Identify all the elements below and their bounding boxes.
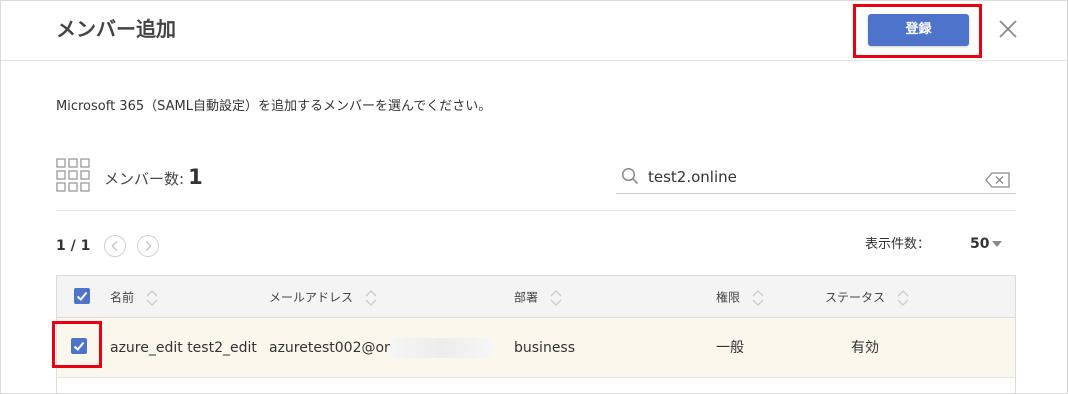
clear-icon[interactable] xyxy=(985,172,1011,188)
member-table: 名前 メールアドレス 部署 権限 ステータス azure_edit test2_… xyxy=(52,275,1016,394)
row-checkbox[interactable] xyxy=(71,338,87,354)
page-indicator: 1 / 1 xyxy=(56,238,91,254)
section-divider xyxy=(56,210,1016,211)
column-label: メールアドレス xyxy=(269,290,354,305)
add-member-dialog: メンバー追加 登録 Microsoft 365（SAML自動設定）を追加するメン… xyxy=(0,0,1068,394)
dialog-header: メンバー追加 登録 xyxy=(1,1,1067,61)
per-page-label: 表示件数： xyxy=(865,237,931,252)
close-icon[interactable] xyxy=(997,18,1019,40)
search-input[interactable] xyxy=(648,165,978,189)
row-checkbox-highlight xyxy=(52,321,102,368)
register-highlight: 登録 xyxy=(853,4,982,58)
select-all-checkbox[interactable] xyxy=(74,288,90,304)
column-label: 権限 xyxy=(716,290,741,305)
dialog-title: メンバー追加 xyxy=(56,17,176,41)
chevron-right-icon[interactable] xyxy=(137,235,159,257)
column-label: 部署 xyxy=(514,290,539,305)
per-page-select[interactable]: 50 xyxy=(966,235,1006,255)
table-header: 名前 メールアドレス 部署 権限 ステータス xyxy=(57,276,1015,318)
cell-status: 有効 xyxy=(851,340,879,356)
sort-icon[interactable] xyxy=(550,289,562,307)
member-count-label: メンバー数: xyxy=(104,170,185,188)
cell-role: 一般 xyxy=(716,340,744,356)
register-button[interactable]: 登録 xyxy=(868,14,969,46)
sort-icon[interactable] xyxy=(897,289,909,307)
column-header-name[interactable]: 名前 xyxy=(110,289,158,307)
cell-name: azure_edit test2_edit xyxy=(110,340,257,356)
column-header-email[interactable]: メールアドレス xyxy=(269,289,377,307)
chevron-left-icon[interactable] xyxy=(104,235,126,257)
table-row[interactable]: azure_edit test2_edit azuretest002@only … xyxy=(52,318,1015,378)
check-icon xyxy=(76,291,88,301)
column-label: 名前 xyxy=(110,290,135,305)
search-box xyxy=(616,163,1016,194)
caret-down-icon xyxy=(992,241,1002,247)
column-header-status[interactable]: ステータス xyxy=(825,289,909,307)
redacted-email-part xyxy=(390,338,492,358)
cell-email: azuretest002@only xyxy=(269,340,406,356)
column-header-department[interactable]: 部署 xyxy=(514,289,562,307)
column-header-role[interactable]: 権限 xyxy=(716,289,764,307)
sort-icon[interactable] xyxy=(146,289,158,307)
cell-department: business xyxy=(514,340,576,356)
sort-icon[interactable] xyxy=(752,289,764,307)
sort-icon[interactable] xyxy=(365,289,377,307)
member-count-value: 1 xyxy=(188,165,203,189)
per-page-value: 50 xyxy=(970,236,990,252)
check-icon xyxy=(73,341,85,351)
member-count: メンバー数: 1 xyxy=(104,167,203,189)
search-icon xyxy=(621,167,639,185)
dialog-description: Microsoft 365（SAML自動設定）を追加するメンバーを選んでください… xyxy=(56,99,492,114)
column-label: ステータス xyxy=(825,290,886,305)
grid-icon xyxy=(56,158,90,192)
